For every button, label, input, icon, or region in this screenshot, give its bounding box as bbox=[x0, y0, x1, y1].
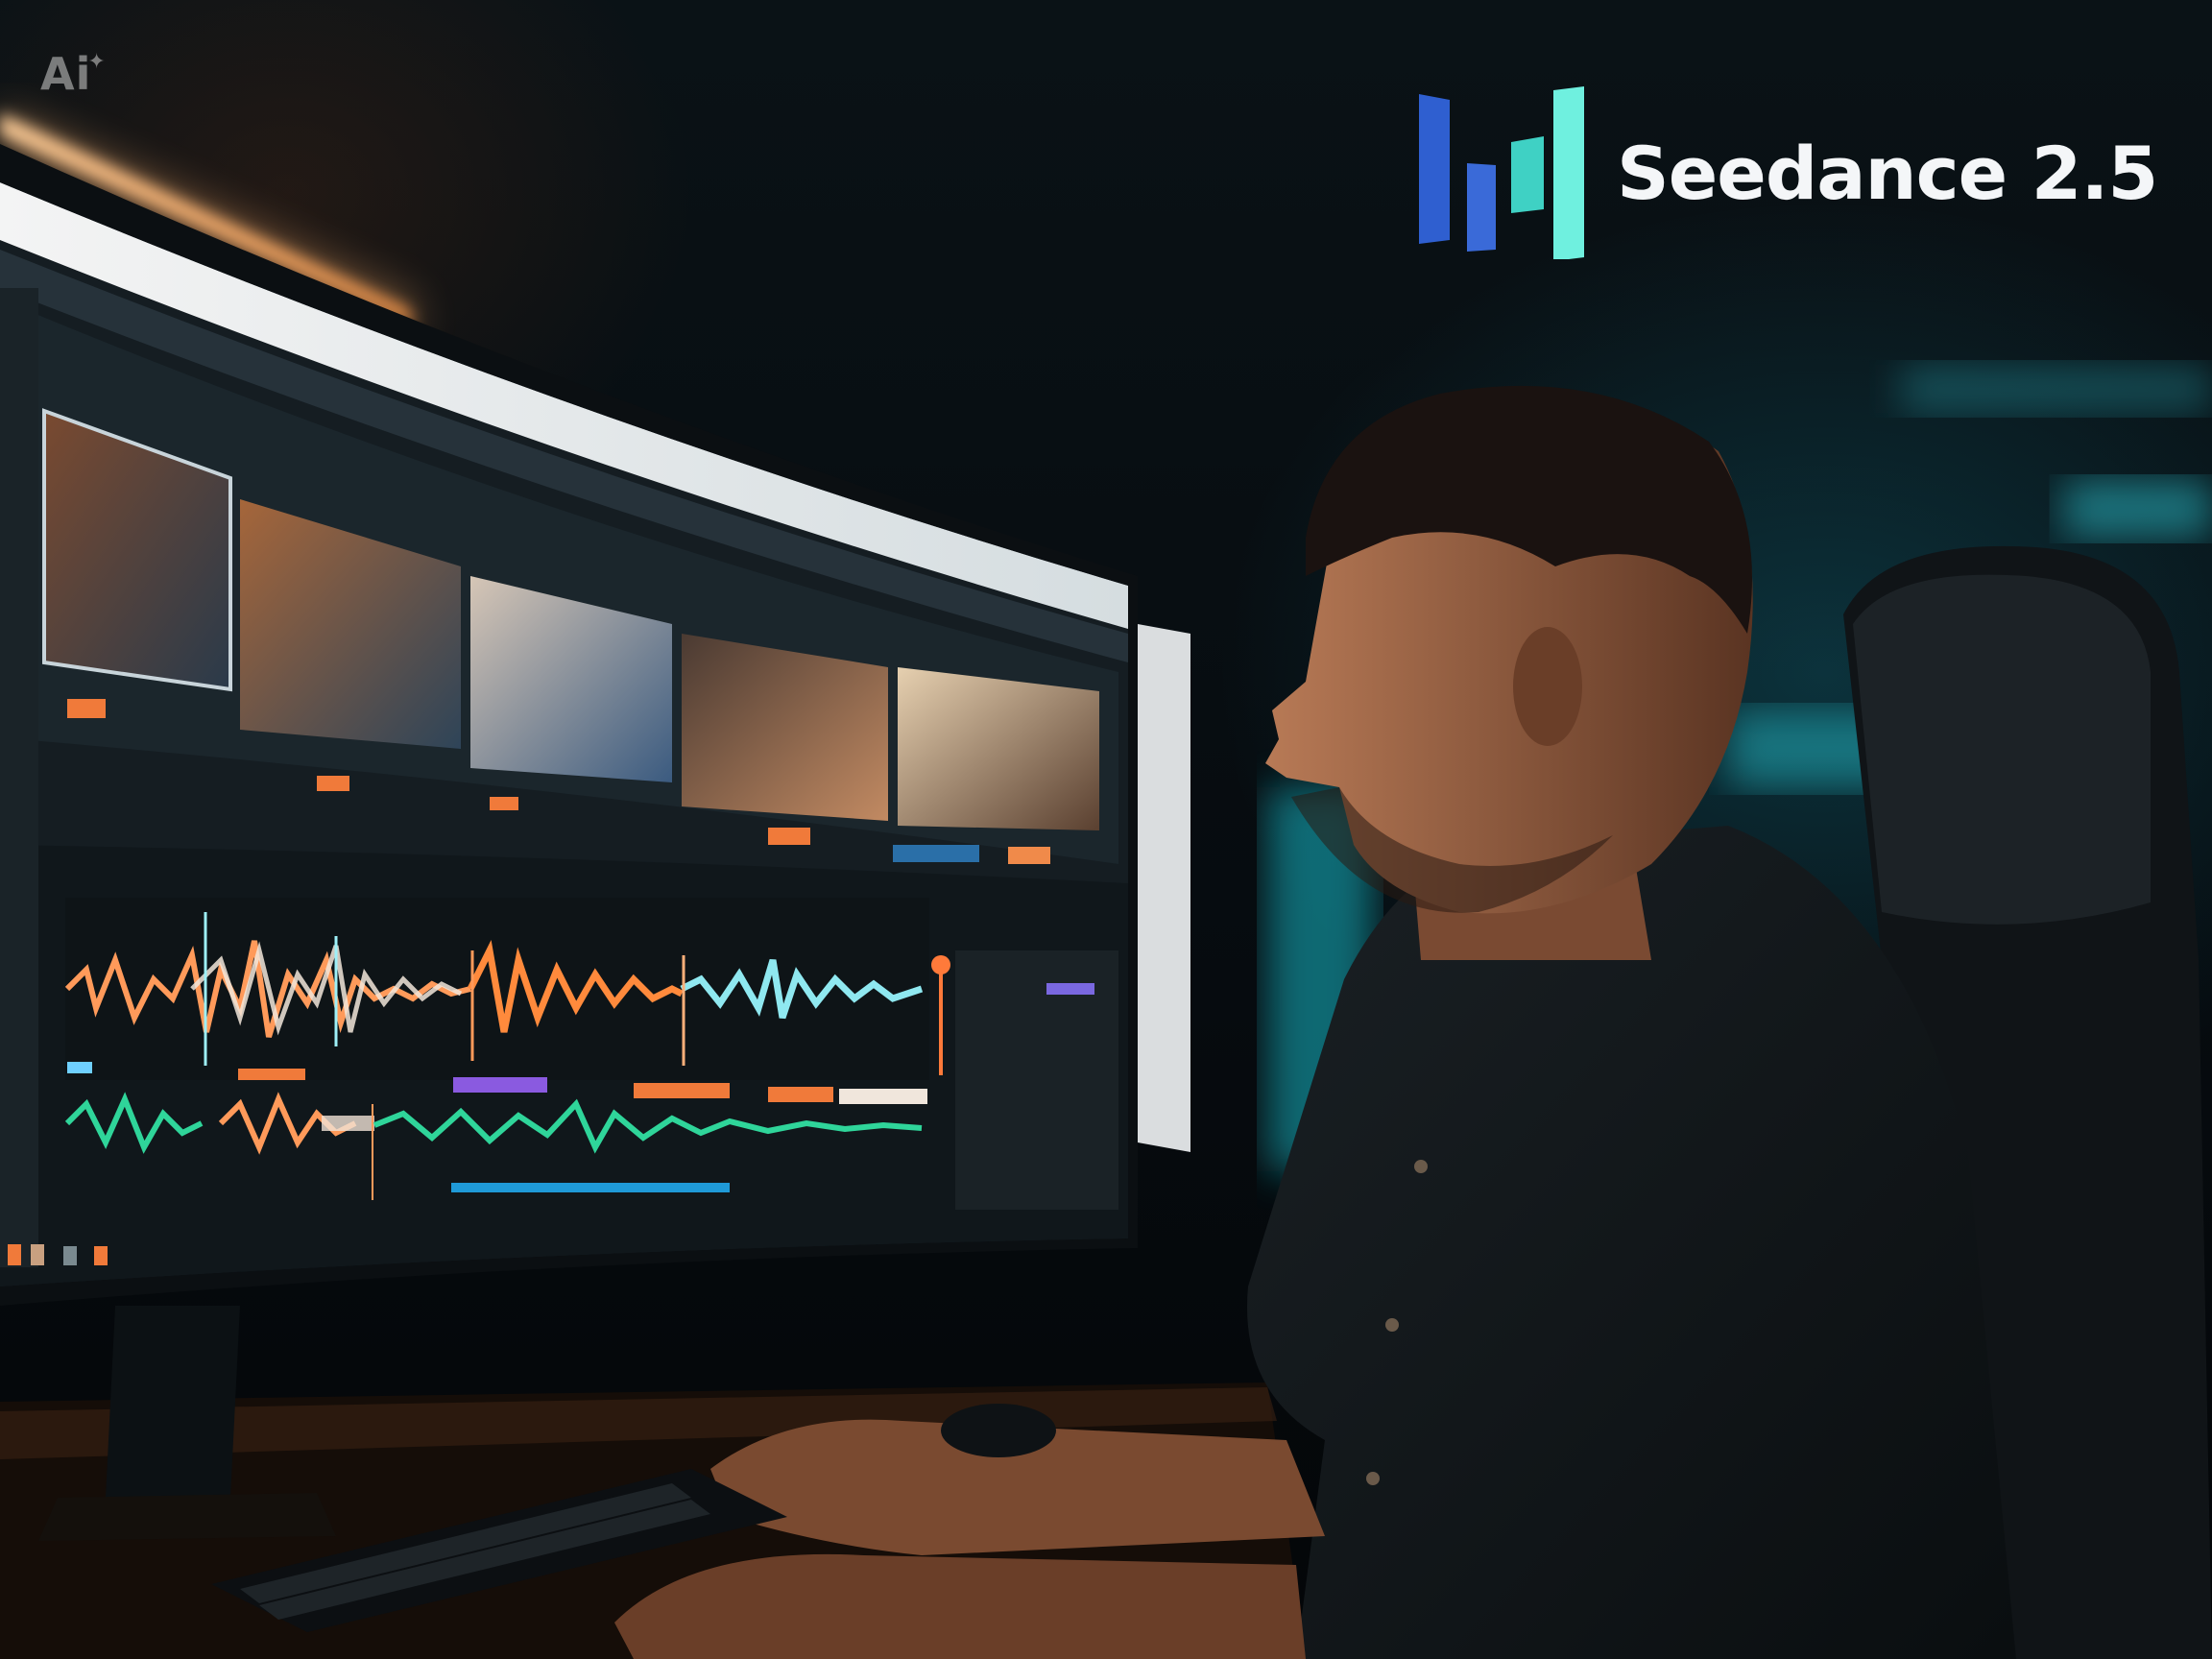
brand-logo: Seedance 2.5 bbox=[1419, 86, 2158, 261]
sparkle-icon: ✦ bbox=[87, 50, 107, 74]
mouse bbox=[941, 1404, 1056, 1457]
ai-watermark: Ai✦ bbox=[40, 48, 107, 100]
photo-scene: Ai✦ Seedance 2.5 bbox=[0, 0, 2212, 1659]
brand-name: Seedance 2.5 bbox=[1617, 131, 2158, 216]
bar-chart-logo-icon bbox=[1419, 86, 1584, 261]
